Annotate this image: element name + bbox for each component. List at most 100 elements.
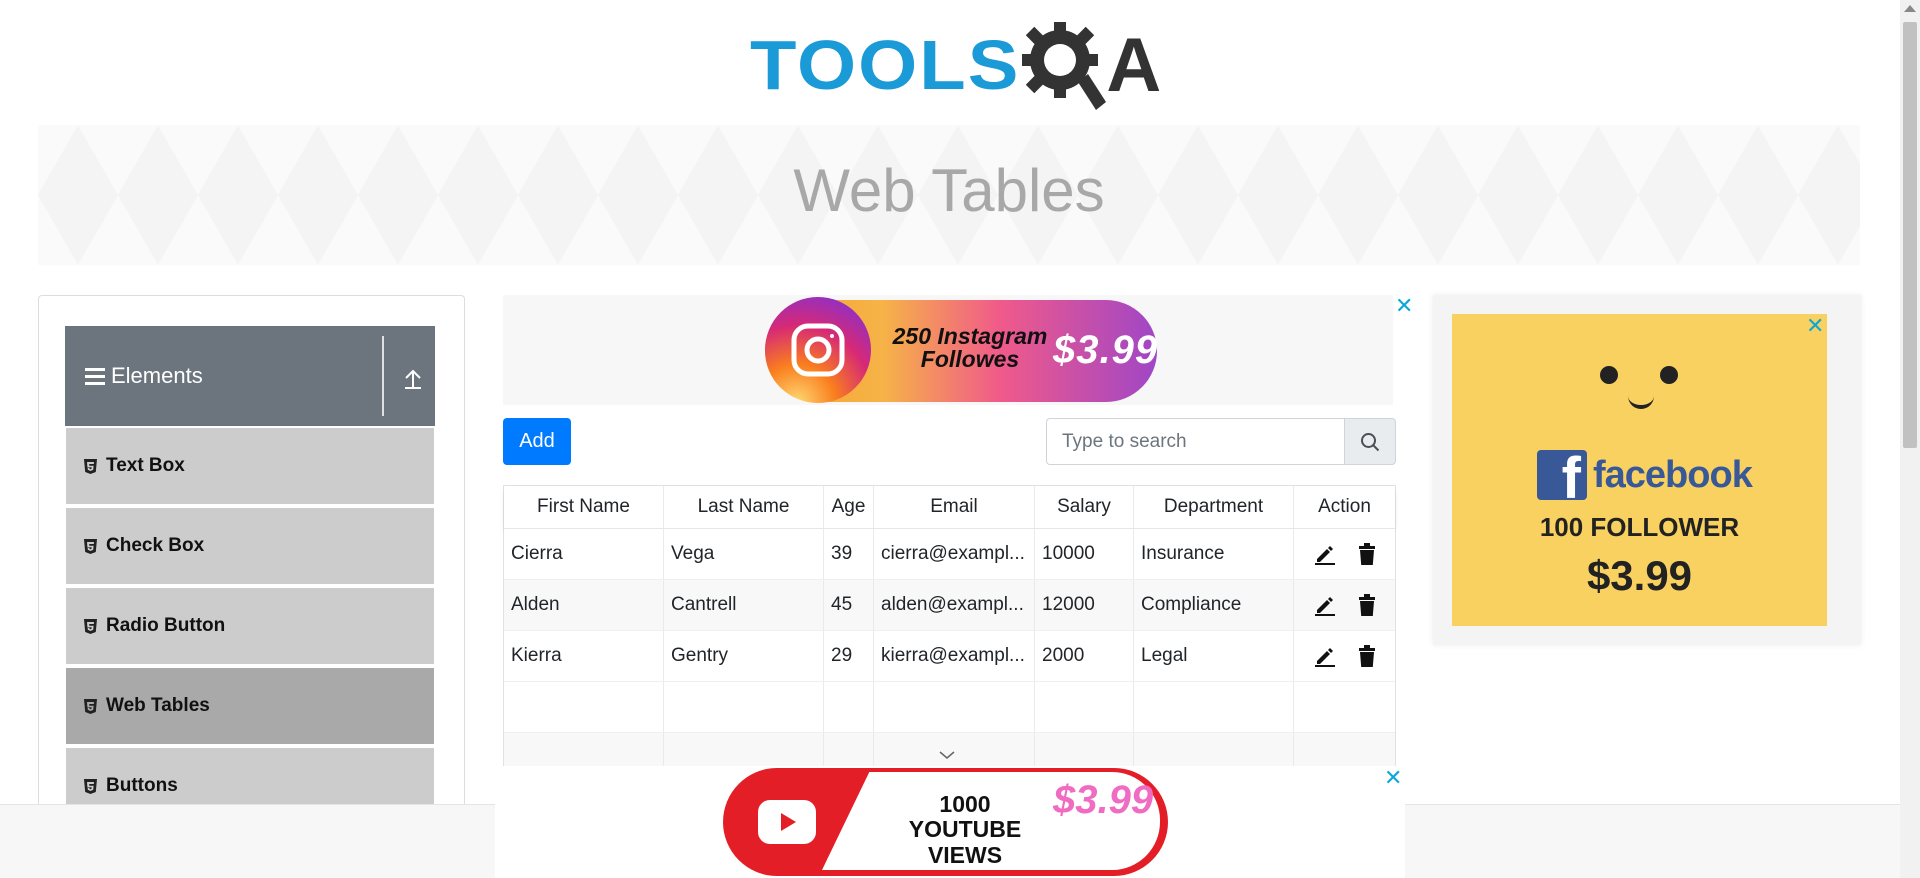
scroll-up-arrow-icon[interactable] — [1904, 5, 1916, 12]
table-row: Kierra Gentry 29 kierra@exampl... 2000 L… — [504, 631, 1395, 682]
cell-first-name: Kierra — [504, 631, 664, 681]
edit-icon[interactable] — [1313, 644, 1337, 668]
html5-icon — [83, 618, 97, 634]
cell-email-text: kierra@exampl... — [881, 645, 1025, 666]
cell-actions — [1294, 580, 1395, 630]
cell-first-name: Alden — [504, 580, 664, 630]
ad-youtube-line1: 1000 — [939, 791, 991, 817]
search-icon — [1361, 432, 1380, 451]
column-header-first-name[interactable]: First Name — [504, 486, 664, 528]
sidebar-group-elements[interactable]: Elements — [65, 326, 435, 426]
ad-youtube-price: $3.99 — [1053, 778, 1154, 822]
empty-cell — [1035, 682, 1134, 732]
ad-youtube-text: 1000 YOUTUBE VIEWS — [900, 791, 1030, 868]
cell-email: kierra@exampl... — [874, 631, 1035, 681]
cell-email-text: alden@exampl... — [881, 594, 1024, 615]
gear-magnifier-icon — [1022, 21, 1107, 110]
cell-last-name: Gentry — [664, 631, 824, 681]
page: TOOLS A Web Tables Elements Text Box Che… — [0, 0, 1920, 878]
ad-instagram-text: 250 Instagram Followes — [880, 325, 1060, 371]
ad-instagram-line1: 250 Instagram — [892, 323, 1048, 349]
table-header-row: First Name Last Name Age Email Salary De… — [504, 486, 1395, 529]
logo-qa: A — [1020, 20, 1161, 112]
ad-facebook-text: 100 FOLLOWER — [1539, 512, 1740, 542]
table-row: Cierra Vega 39 cierra@exampl... 10000 In… — [504, 529, 1395, 580]
cell-department: Legal — [1134, 631, 1294, 681]
smiley-eye-left — [1600, 366, 1618, 384]
table-row: Alden Cantrell 45 alden@exampl... 12000 … — [504, 580, 1395, 631]
sidebar-item-text-box[interactable]: Text Box — [66, 428, 434, 506]
cell-email: cierra@exampl... — [874, 529, 1035, 579]
empty-cell — [504, 682, 664, 732]
sidebar-item-radio-button[interactable]: Radio Button — [66, 588, 434, 666]
column-header-department[interactable]: Department — [1134, 486, 1294, 528]
search-input[interactable] — [1046, 418, 1344, 465]
edit-icon[interactable] — [1313, 542, 1337, 566]
ad-close-icon[interactable]: ✕ — [1384, 768, 1402, 790]
ad-youtube-line2: YOUTUBE VIEWS — [908, 816, 1022, 868]
sidebar-group-title: Elements — [111, 363, 203, 388]
instagram-icon — [765, 297, 871, 403]
smiley-eye-right — [1660, 366, 1678, 384]
cell-department: Insurance — [1134, 529, 1294, 579]
cell-salary: 2000 — [1035, 631, 1134, 681]
search-button[interactable] — [1344, 418, 1396, 465]
sidebar-item-label: Web Tables — [106, 695, 210, 716]
sidebar-item-label: Text Box — [106, 455, 185, 476]
facebook-logo: f facebook — [1537, 450, 1753, 500]
add-record-button[interactable]: Add — [503, 418, 571, 465]
scrollbar-thumb[interactable] — [1903, 22, 1917, 448]
empty-cell — [874, 682, 1035, 732]
sidebar-item-label: Radio Button — [106, 615, 226, 636]
html5-icon — [83, 458, 97, 474]
chevron-down-icon[interactable] — [937, 748, 957, 762]
logo-text-a: A — [1106, 22, 1162, 108]
column-header-action[interactable]: Action — [1294, 486, 1395, 528]
delete-icon[interactable] — [1355, 593, 1379, 617]
search-box — [1046, 418, 1396, 465]
empty-cell — [824, 682, 874, 732]
ad-close-icon[interactable]: ✕ — [1806, 316, 1824, 338]
sidebar-item-web-tables[interactable]: Web Tables — [66, 668, 434, 746]
cell-actions — [1294, 631, 1395, 681]
cell-salary: 12000 — [1035, 580, 1134, 630]
ad-facebook-price: $3.99 — [1586, 552, 1693, 599]
sidebar-item-label: Check Box — [106, 535, 205, 556]
page-title: Web Tables — [793, 156, 1105, 224]
cell-department: Compliance — [1134, 580, 1294, 630]
cell-first-name: Cierra — [504, 529, 664, 579]
html5-icon — [83, 538, 97, 554]
cell-email-text: cierra@exampl... — [881, 543, 1025, 564]
delete-icon[interactable] — [1355, 542, 1379, 566]
toolsqa-logo[interactable]: TOOLS A — [750, 18, 1161, 113]
ad-instagram-price: $3.99 — [1053, 328, 1159, 372]
column-header-age[interactable]: Age — [824, 486, 874, 528]
cell-salary: 10000 — [1035, 529, 1134, 579]
group-header-divider — [382, 336, 384, 416]
cell-age: 29 — [824, 631, 874, 681]
column-header-last-name[interactable]: Last Name — [664, 486, 824, 528]
ad-facebook-brand: facebook — [1593, 453, 1753, 496]
empty-cell — [664, 682, 824, 732]
edit-icon[interactable] — [1313, 593, 1337, 617]
sidebar-item-check-box[interactable]: Check Box — [66, 508, 434, 586]
facebook-icon: f — [1537, 450, 1587, 500]
collapse-arrow-icon[interactable] — [396, 362, 430, 396]
cell-last-name: Cantrell — [664, 580, 824, 630]
web-table: First Name Last Name Age Email Salary De… — [503, 485, 1396, 785]
page-banner: Web Tables — [38, 125, 1860, 265]
table-row-empty — [504, 682, 1395, 733]
hamburger-icon — [85, 367, 105, 385]
cell-last-name: Vega — [664, 529, 824, 579]
column-header-email[interactable]: Email — [874, 486, 1035, 528]
ad-instagram-line2: Followes — [920, 346, 1020, 372]
column-header-salary[interactable]: Salary — [1035, 486, 1134, 528]
html5-icon — [83, 698, 97, 714]
cell-actions — [1294, 529, 1395, 579]
ad-close-icon[interactable]: ✕ — [1395, 296, 1413, 318]
cell-email: alden@exampl... — [874, 580, 1035, 630]
delete-icon[interactable] — [1355, 644, 1379, 668]
youtube-play-icon — [758, 800, 816, 844]
cell-age: 39 — [824, 529, 874, 579]
empty-cell — [1134, 682, 1294, 732]
